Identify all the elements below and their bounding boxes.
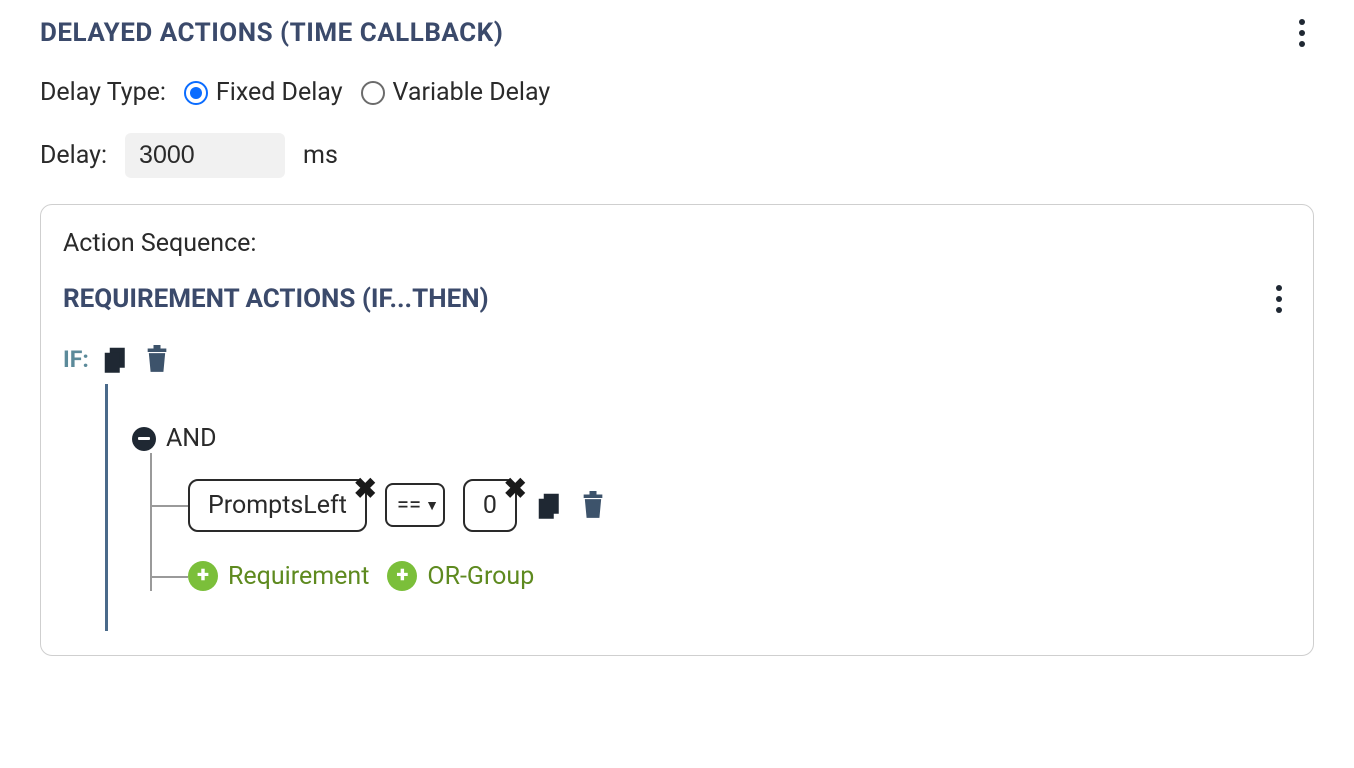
copy-icon — [101, 344, 131, 374]
add-or-group-button[interactable]: + OR-Group — [387, 561, 534, 591]
copy-icon — [535, 490, 565, 520]
condition-operator-select[interactable]: == ▼ — [385, 483, 445, 527]
plus-icon: + — [188, 561, 218, 591]
add-requirement-button[interactable]: + Requirement — [188, 561, 369, 591]
if-label: IF: — [63, 346, 89, 373]
copy-condition-button[interactable] — [535, 490, 565, 520]
add-or-group-label: OR-Group — [427, 562, 534, 591]
delay-unit: ms — [303, 141, 338, 170]
delay-type-label: Delay Type: — [40, 78, 166, 107]
condition-operator-value: == — [397, 493, 421, 518]
chevron-down-icon: ▼ — [425, 497, 439, 514]
trash-icon — [143, 344, 171, 374]
radio-variable-delay-label: Variable Delay — [393, 78, 551, 107]
trash-icon — [579, 490, 607, 520]
condition-variable-chip[interactable]: PromptsLeft — [188, 479, 367, 532]
more-menu-button[interactable] — [1290, 18, 1314, 48]
copy-if-button[interactable] — [101, 344, 131, 374]
requirement-more-menu-button[interactable] — [1267, 284, 1291, 314]
radio-icon — [184, 81, 208, 105]
plus-icon: + — [387, 561, 417, 591]
condition-tree: AND PromptsLeft ✖ == ▼ 0 ✖ — [105, 384, 1291, 631]
delete-if-button[interactable] — [143, 344, 171, 374]
section-title-delayed-actions: DELAYED ACTIONS (TIME CALLBACK) — [40, 18, 503, 48]
action-sequence-panel: Action Sequence: REQUIREMENT ACTIONS (IF… — [40, 204, 1314, 656]
radio-fixed-delay-label: Fixed Delay — [216, 78, 343, 107]
logic-operator-label: AND — [166, 424, 217, 453]
radio-fixed-delay[interactable]: Fixed Delay — [184, 78, 343, 107]
radio-variable-delay[interactable]: Variable Delay — [361, 78, 551, 107]
radio-icon — [361, 81, 385, 105]
delay-label: Delay: — [40, 141, 107, 170]
action-sequence-label: Action Sequence: — [63, 229, 1291, 258]
condition-row: PromptsLeft ✖ == ▼ 0 ✖ — [188, 483, 1291, 527]
remove-value-button[interactable]: ✖ — [504, 475, 527, 503]
collapse-and-button[interactable] — [132, 427, 156, 451]
delay-input[interactable] — [125, 133, 285, 178]
section-title-requirement-actions: REQUIREMENT ACTIONS (IF...THEN) — [63, 284, 489, 314]
delete-condition-button[interactable] — [579, 490, 607, 520]
add-requirement-label: Requirement — [228, 562, 369, 591]
remove-variable-button[interactable]: ✖ — [353, 475, 376, 503]
